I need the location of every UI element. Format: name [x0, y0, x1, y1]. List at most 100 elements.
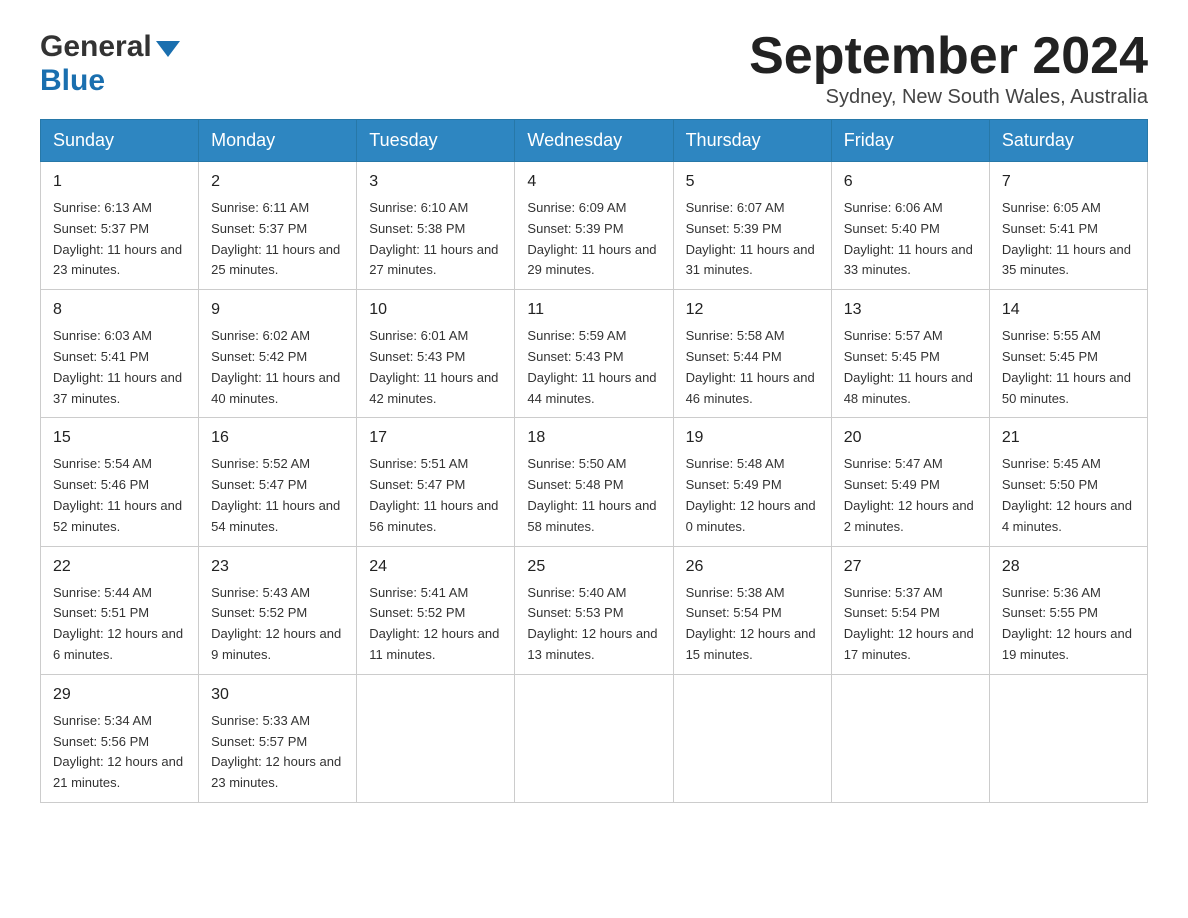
- calendar-cell: 25 Sunrise: 5:40 AM Sunset: 5:53 PM Dayl…: [515, 546, 673, 674]
- calendar-cell: 3 Sunrise: 6:10 AM Sunset: 5:38 PM Dayli…: [357, 162, 515, 290]
- sunrise-label: Sunrise: 5:33 AM: [211, 713, 310, 728]
- daylight-label: Daylight: 12 hours and 11 minutes.: [369, 626, 499, 662]
- sunset-label: Sunset: 5:49 PM: [844, 477, 940, 492]
- daylight-label: Daylight: 11 hours and 56 minutes.: [369, 498, 498, 534]
- day-of-week-header: Monday: [199, 120, 357, 162]
- calendar-cell: 4 Sunrise: 6:09 AM Sunset: 5:39 PM Dayli…: [515, 162, 673, 290]
- day-number: 10: [369, 298, 502, 322]
- calendar-cell: [673, 674, 831, 802]
- day-number: 27: [844, 555, 977, 579]
- day-info: Sunrise: 6:09 AM Sunset: 5:39 PM Dayligh…: [527, 198, 660, 281]
- day-info: Sunrise: 5:34 AM Sunset: 5:56 PM Dayligh…: [53, 711, 186, 794]
- day-info: Sunrise: 6:03 AM Sunset: 5:41 PM Dayligh…: [53, 326, 186, 409]
- calendar-cell: 22 Sunrise: 5:44 AM Sunset: 5:51 PM Dayl…: [41, 546, 199, 674]
- calendar-cell: [357, 674, 515, 802]
- calendar-header-row: SundayMondayTuesdayWednesdayThursdayFrid…: [41, 120, 1148, 162]
- day-number: 3: [369, 170, 502, 194]
- sunset-label: Sunset: 5:41 PM: [53, 349, 149, 364]
- calendar-cell: 12 Sunrise: 5:58 AM Sunset: 5:44 PM Dayl…: [673, 290, 831, 418]
- sunset-label: Sunset: 5:53 PM: [527, 605, 623, 620]
- sunrise-label: Sunrise: 5:43 AM: [211, 585, 310, 600]
- sunset-label: Sunset: 5:46 PM: [53, 477, 149, 492]
- sunset-label: Sunset: 5:45 PM: [1002, 349, 1098, 364]
- calendar-cell: 5 Sunrise: 6:07 AM Sunset: 5:39 PM Dayli…: [673, 162, 831, 290]
- sunset-label: Sunset: 5:44 PM: [686, 349, 782, 364]
- sunset-label: Sunset: 5:57 PM: [211, 734, 307, 749]
- sunset-label: Sunset: 5:48 PM: [527, 477, 623, 492]
- day-number: 4: [527, 170, 660, 194]
- day-info: Sunrise: 6:01 AM Sunset: 5:43 PM Dayligh…: [369, 326, 502, 409]
- calendar-cell: 7 Sunrise: 6:05 AM Sunset: 5:41 PM Dayli…: [989, 162, 1147, 290]
- sunset-label: Sunset: 5:54 PM: [686, 605, 782, 620]
- daylight-label: Daylight: 12 hours and 6 minutes.: [53, 626, 183, 662]
- day-number: 6: [844, 170, 977, 194]
- day-info: Sunrise: 6:07 AM Sunset: 5:39 PM Dayligh…: [686, 198, 819, 281]
- calendar-week-row: 22 Sunrise: 5:44 AM Sunset: 5:51 PM Dayl…: [41, 546, 1148, 674]
- daylight-label: Daylight: 12 hours and 0 minutes.: [686, 498, 816, 534]
- daylight-label: Daylight: 11 hours and 50 minutes.: [1002, 370, 1131, 406]
- calendar-cell: 18 Sunrise: 5:50 AM Sunset: 5:48 PM Dayl…: [515, 418, 673, 546]
- sunset-label: Sunset: 5:43 PM: [369, 349, 465, 364]
- day-of-week-header: Saturday: [989, 120, 1147, 162]
- sunrise-label: Sunrise: 5:52 AM: [211, 456, 310, 471]
- day-info: Sunrise: 5:38 AM Sunset: 5:54 PM Dayligh…: [686, 583, 819, 666]
- day-number: 12: [686, 298, 819, 322]
- day-info: Sunrise: 5:40 AM Sunset: 5:53 PM Dayligh…: [527, 583, 660, 666]
- day-info: Sunrise: 5:43 AM Sunset: 5:52 PM Dayligh…: [211, 583, 344, 666]
- calendar-cell: 24 Sunrise: 5:41 AM Sunset: 5:52 PM Dayl…: [357, 546, 515, 674]
- daylight-label: Daylight: 12 hours and 21 minutes.: [53, 754, 183, 790]
- daylight-label: Daylight: 12 hours and 19 minutes.: [1002, 626, 1132, 662]
- day-info: Sunrise: 6:13 AM Sunset: 5:37 PM Dayligh…: [53, 198, 186, 281]
- day-number: 14: [1002, 298, 1135, 322]
- daylight-label: Daylight: 11 hours and 46 minutes.: [686, 370, 815, 406]
- sunrise-label: Sunrise: 5:54 AM: [53, 456, 152, 471]
- location-subtitle: Sydney, New South Wales, Australia: [749, 86, 1148, 109]
- sunrise-label: Sunrise: 5:44 AM: [53, 585, 152, 600]
- sunset-label: Sunset: 5:41 PM: [1002, 221, 1098, 236]
- day-info: Sunrise: 5:41 AM Sunset: 5:52 PM Dayligh…: [369, 583, 502, 666]
- day-info: Sunrise: 5:48 AM Sunset: 5:49 PM Dayligh…: [686, 454, 819, 537]
- sunset-label: Sunset: 5:38 PM: [369, 221, 465, 236]
- logo-blue: Blue: [40, 64, 105, 98]
- sunset-label: Sunset: 5:40 PM: [844, 221, 940, 236]
- sunrise-label: Sunrise: 5:55 AM: [1002, 328, 1101, 343]
- sunrise-label: Sunrise: 5:38 AM: [686, 585, 785, 600]
- daylight-label: Daylight: 11 hours and 35 minutes.: [1002, 242, 1131, 278]
- daylight-label: Daylight: 11 hours and 37 minutes.: [53, 370, 182, 406]
- day-of-week-header: Tuesday: [357, 120, 515, 162]
- sunrise-label: Sunrise: 5:57 AM: [844, 328, 943, 343]
- day-number: 24: [369, 555, 502, 579]
- sunrise-label: Sunrise: 6:06 AM: [844, 200, 943, 215]
- day-of-week-header: Sunday: [41, 120, 199, 162]
- sunrise-label: Sunrise: 5:48 AM: [686, 456, 785, 471]
- calendar-cell: 2 Sunrise: 6:11 AM Sunset: 5:37 PM Dayli…: [199, 162, 357, 290]
- calendar-week-row: 1 Sunrise: 6:13 AM Sunset: 5:37 PM Dayli…: [41, 162, 1148, 290]
- daylight-label: Daylight: 11 hours and 52 minutes.: [53, 498, 182, 534]
- day-number: 17: [369, 426, 502, 450]
- day-info: Sunrise: 5:59 AM Sunset: 5:43 PM Dayligh…: [527, 326, 660, 409]
- sunrise-label: Sunrise: 6:03 AM: [53, 328, 152, 343]
- calendar-cell: 19 Sunrise: 5:48 AM Sunset: 5:49 PM Dayl…: [673, 418, 831, 546]
- calendar-week-row: 8 Sunrise: 6:03 AM Sunset: 5:41 PM Dayli…: [41, 290, 1148, 418]
- sunrise-label: Sunrise: 6:02 AM: [211, 328, 310, 343]
- daylight-label: Daylight: 12 hours and 2 minutes.: [844, 498, 974, 534]
- sunset-label: Sunset: 5:39 PM: [686, 221, 782, 236]
- day-number: 11: [527, 298, 660, 322]
- sunrise-label: Sunrise: 5:47 AM: [844, 456, 943, 471]
- sunrise-label: Sunrise: 6:05 AM: [1002, 200, 1101, 215]
- sunset-label: Sunset: 5:51 PM: [53, 605, 149, 620]
- sunset-label: Sunset: 5:37 PM: [211, 221, 307, 236]
- sunrise-label: Sunrise: 5:51 AM: [369, 456, 468, 471]
- daylight-label: Daylight: 11 hours and 29 minutes.: [527, 242, 656, 278]
- calendar-cell: 21 Sunrise: 5:45 AM Sunset: 5:50 PM Dayl…: [989, 418, 1147, 546]
- day-number: 13: [844, 298, 977, 322]
- calendar-cell: 10 Sunrise: 6:01 AM Sunset: 5:43 PM Dayl…: [357, 290, 515, 418]
- day-number: 9: [211, 298, 344, 322]
- calendar-cell: 23 Sunrise: 5:43 AM Sunset: 5:52 PM Dayl…: [199, 546, 357, 674]
- sunset-label: Sunset: 5:47 PM: [369, 477, 465, 492]
- daylight-label: Daylight: 11 hours and 44 minutes.: [527, 370, 656, 406]
- sunset-label: Sunset: 5:50 PM: [1002, 477, 1098, 492]
- day-number: 30: [211, 683, 344, 707]
- day-number: 5: [686, 170, 819, 194]
- calendar-cell: [515, 674, 673, 802]
